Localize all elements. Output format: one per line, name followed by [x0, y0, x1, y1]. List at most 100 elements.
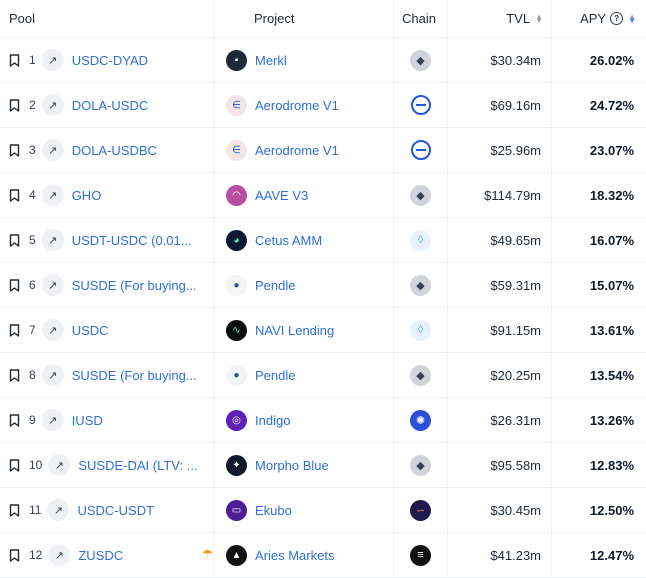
table-row[interactable]: 10 ↗ SUSDE-DAI (LTV: ... ✦ Morpho Blue ◆…: [0, 443, 646, 488]
project-link[interactable]: Merkl: [255, 53, 287, 68]
pool-link[interactable]: USDC-DYAD: [72, 53, 148, 68]
ethereum-icon[interactable]: ◆: [410, 184, 431, 206]
chain-cell: ≡: [394, 533, 448, 577]
project-link[interactable]: Aerodrome V1: [255, 143, 339, 158]
bookmark-icon[interactable]: [9, 143, 20, 157]
external-link-icon[interactable]: ↗: [48, 544, 71, 566]
project-cell: ∈ Aerodrome V1: [214, 83, 394, 127]
apy-value: 12.83%: [589, 457, 634, 473]
pool-link[interactable]: SUSDE-DAI (LTV: ...: [78, 458, 197, 473]
pool-link[interactable]: GHO: [72, 188, 102, 203]
aptos-icon[interactable]: ≡: [410, 544, 431, 566]
bookmark-icon[interactable]: [9, 368, 20, 382]
base-icon[interactable]: [410, 140, 431, 160]
table-row[interactable]: 9 ↗ IUSD ◎ Indigo ✺ $26.31m 13.26%: [0, 398, 646, 443]
project-link[interactable]: Morpho Blue: [255, 458, 329, 473]
project-link[interactable]: Ekubo: [255, 503, 292, 518]
cardano-icon[interactable]: ✺: [410, 409, 431, 431]
pendle-icon: ●: [226, 364, 247, 386]
bookmark-icon[interactable]: [9, 503, 20, 517]
project-cell: ◠ AAVE V3: [214, 173, 394, 217]
apy-value: 13.61%: [589, 322, 634, 338]
external-link-icon[interactable]: ↗: [41, 184, 64, 206]
pendle-icon: ●: [226, 274, 247, 296]
tvl-column-header[interactable]: TVL ▲ ▼: [448, 0, 552, 37]
sui-icon[interactable]: ◊: [410, 229, 431, 251]
pool-link[interactable]: IUSD: [72, 413, 103, 428]
pool-link[interactable]: USDC-USDT: [77, 503, 154, 518]
ethereum-icon[interactable]: ◆: [410, 274, 431, 296]
table-row[interactable]: 6 ↗ SUSDE (For buying... ● Pendle ◆ $59.…: [0, 263, 646, 308]
external-link-icon[interactable]: ↗: [41, 49, 64, 71]
table-row[interactable]: 11 ↗ USDC-USDT ▭ Ekubo ∽ $30.45m 12.50%: [0, 488, 646, 533]
external-link-icon[interactable]: ↗: [41, 364, 64, 386]
external-link-icon[interactable]: ↗: [47, 499, 70, 521]
bookmark-icon[interactable]: [9, 323, 20, 337]
project-link[interactable]: NAVI Lending: [255, 323, 334, 338]
table-row[interactable]: 7 ↗ USDC ∿ NAVI Lending ◊ $91.15m 13.61%: [0, 308, 646, 353]
project-link[interactable]: Pendle: [255, 368, 295, 383]
external-link-icon[interactable]: ↗: [41, 274, 64, 296]
table-row[interactable]: 4 ↗ GHO ◠ AAVE V3 ◆ $114.79m 18.32%: [0, 173, 646, 218]
base-icon[interactable]: [410, 95, 431, 115]
table-row[interactable]: 1 ↗ USDC-DYAD ▪ Merkl ◆ $30.34m 26.02%: [0, 38, 646, 83]
sui-icon[interactable]: ◊: [410, 319, 431, 341]
indigo-icon: ◎: [226, 409, 247, 431]
pool-link[interactable]: ZUSDC: [78, 548, 123, 563]
pool-cell: 10 ↗ SUSDE-DAI (LTV: ...: [0, 443, 214, 487]
external-link-icon[interactable]: ↗: [41, 409, 64, 431]
sort-desc-icon[interactable]: ▲ ▼: [628, 12, 636, 24]
sort-icon[interactable]: ▲ ▼: [535, 12, 543, 24]
apy-value: 23.07%: [589, 142, 634, 158]
pool-link[interactable]: SUSDE (For buying...: [72, 368, 197, 383]
table-row[interactable]: 8 ↗ SUSDE (For buying... ● Pendle ◆ $20.…: [0, 353, 646, 398]
aerodrome-icon: ∈: [226, 139, 247, 161]
pool-cell: 3 ↗ DOLA-USDBC: [0, 128, 214, 172]
bookmark-icon[interactable]: [9, 458, 20, 472]
bookmark-icon[interactable]: [9, 548, 20, 562]
bookmark-icon[interactable]: [9, 233, 20, 247]
bookmark-icon[interactable]: [9, 53, 20, 67]
pool-link[interactable]: USDC: [72, 323, 109, 338]
project-link[interactable]: Aerodrome V1: [255, 98, 339, 113]
project-link[interactable]: Indigo: [255, 413, 290, 428]
table-row[interactable]: 3 ↗ DOLA-USDBC ∈ Aerodrome V1 $25.96m 23…: [0, 128, 646, 173]
bookmark-icon[interactable]: [9, 98, 20, 112]
apy-value: 13.26%: [589, 412, 634, 428]
table-row[interactable]: 12 ↗ ZUSDC ☂ ▲ Aries Markets ≡ $41.23m 1…: [0, 533, 646, 578]
pool-link[interactable]: SUSDE (For buying...: [72, 278, 197, 293]
tvl-value: $91.15m: [448, 308, 552, 352]
rank-number: 6: [29, 278, 36, 292]
table-row[interactable]: 2 ↗ DOLA-USDC ∈ Aerodrome V1 $69.16m 24.…: [0, 83, 646, 128]
ethereum-icon[interactable]: ◆: [410, 364, 431, 386]
apy-value: 18.32%: [589, 187, 634, 203]
tvl-value: $59.31m: [448, 263, 552, 307]
table-header: Pool Project Chain TVL ▲ ▼ APY ? ▲ ▼: [0, 0, 646, 38]
bookmark-icon[interactable]: [9, 188, 20, 202]
bookmark-icon[interactable]: [9, 278, 20, 292]
external-link-icon[interactable]: ↗: [41, 94, 64, 116]
chain-cell: ✺: [394, 398, 448, 442]
external-link-icon[interactable]: ↗: [48, 454, 71, 476]
pool-link[interactable]: DOLA-USDBC: [72, 143, 157, 158]
apy-column-header[interactable]: APY ? ▲ ▼: [552, 0, 646, 37]
rank-number: 4: [29, 188, 36, 202]
project-link[interactable]: Aries Markets: [255, 548, 334, 563]
project-link[interactable]: AAVE V3: [255, 188, 308, 203]
apy-value: 12.47%: [589, 547, 634, 563]
pool-link[interactable]: USDT-USDC (0.01...: [72, 233, 192, 248]
project-link[interactable]: Pendle: [255, 278, 295, 293]
ethereum-icon[interactable]: ◆: [410, 454, 431, 476]
external-link-icon[interactable]: ↗: [41, 139, 64, 161]
pool-link[interactable]: DOLA-USDC: [72, 98, 149, 113]
tvl-value: $30.34m: [448, 38, 552, 82]
project-cell: ▭ Ekubo: [214, 488, 394, 532]
project-link[interactable]: Cetus AMM: [255, 233, 322, 248]
bookmark-icon[interactable]: [9, 413, 20, 427]
external-link-icon[interactable]: ↗: [41, 319, 64, 341]
help-icon[interactable]: ?: [610, 12, 624, 25]
ethereum-icon[interactable]: ◆: [410, 49, 431, 71]
starknet-icon[interactable]: ∽: [410, 499, 431, 521]
table-row[interactable]: 5 ↗ USDT-USDC (0.01... ◕ Cetus AMM ◊ $49…: [0, 218, 646, 263]
external-link-icon[interactable]: ↗: [41, 229, 64, 251]
